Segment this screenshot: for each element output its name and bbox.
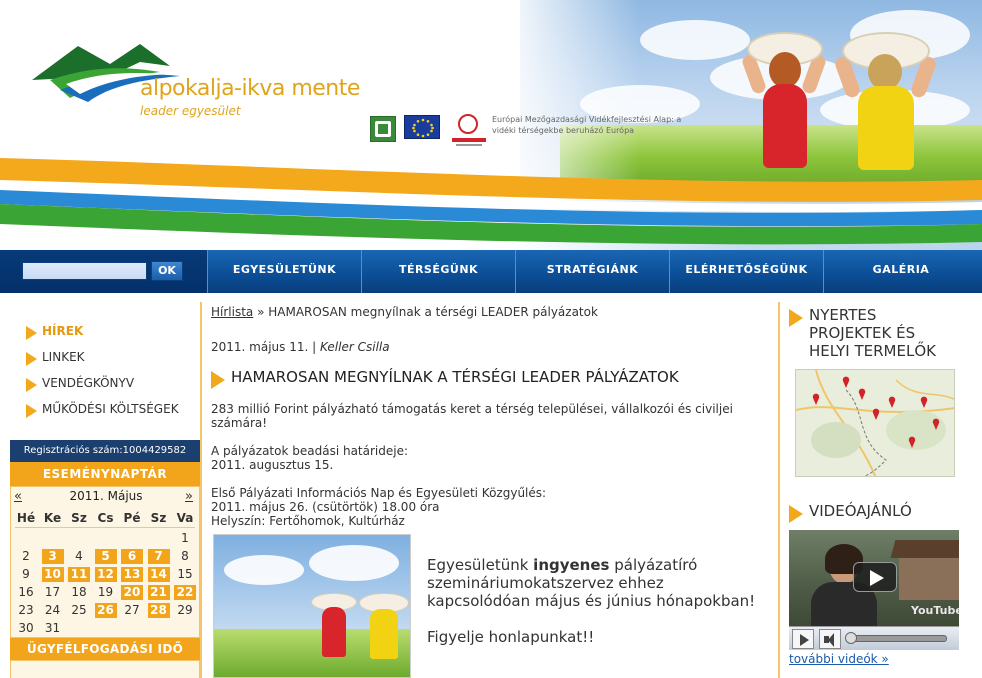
calendar-day: 1 [181,531,189,545]
calendar-day: 29 [177,603,193,617]
article-paragraph-1: 283 millió Forint pályázható támogatás k… [211,402,733,430]
arrow-right-icon [789,505,803,523]
article-paragraph-2: A pályázatok beadási határideje: 2011. a… [211,444,409,472]
logo-title: alpokalja-ikva mente [140,76,360,101]
calendar-day[interactable]: 10 [41,567,64,582]
calendar-month: 2011. Május [69,489,143,503]
calendar-day[interactable]: 6 [121,549,143,564]
video-player[interactable]: YouTube [789,530,959,650]
eu-fund-text: Európai Mezőgazdasági Vidékfejlesztési A… [492,115,682,135]
arrow-right-icon [211,371,225,389]
calendar-day: 23 [18,603,34,617]
breadcrumb-link-hirlista[interactable]: Hírlista [211,305,253,319]
search-input[interactable] [22,262,147,280]
office-hours-title: ÜGYFÉLFOGADÁSI IDŐ [10,638,200,660]
calendar-title: ESEMÉNYNAPTÁR [10,462,200,486]
nav-tersegunk[interactable]: TÉRSÉGÜNK [362,250,516,293]
calendar-day: 16 [18,585,34,599]
calendar-day[interactable]: 14 [147,567,170,582]
calendar-dow: Pé [123,511,141,525]
arrow-right-icon [26,378,37,392]
calendar-dow: Sz [71,511,87,525]
calendar-next-button[interactable]: » [185,489,193,504]
calendar-day: 18 [71,585,87,599]
header-girl-left [740,18,828,168]
calendar-day[interactable]: 12 [94,567,117,582]
logo-subtitle: leader egyesület [140,104,241,118]
article-author: Keller Csilla [319,340,390,354]
play-button-icon[interactable] [792,629,814,649]
calendar-day: 27 [124,603,140,617]
calendar-day[interactable]: 13 [121,567,143,582]
video-progress-bar[interactable] [845,632,947,644]
calendar-dow: Va [176,511,194,525]
calendar-dow: Cs [97,511,114,525]
event-calendar: 2011. Május « » Hé Ke Sz Cs Pé Sz Va 1 2 3 4 5 6 7 8 9 1… [10,486,200,638]
calendar-day: 24 [44,603,61,617]
more-videos-link[interactable]: további videók » [789,652,889,666]
right-divider [778,302,780,678]
calendar-day[interactable]: 20 [121,585,143,600]
search-ok-button[interactable]: OK [151,261,183,281]
promo-text: Egyesületünk ingyenes pályázatíró szemin… [427,556,756,646]
calendar-dow: Sz [150,511,167,525]
calendar-day[interactable]: 11 [68,567,90,582]
article-meta: 2011. május 11. | Keller Csilla [211,340,390,354]
right-sidebar: NYERTES PROJEKTEK ÉS HELYI TERMELŐK VIDE… [789,302,969,678]
arrow-right-icon [26,326,37,340]
arrow-right-icon [789,309,803,327]
calendar-dow: Ke [43,511,62,525]
calendar-day[interactable]: 26 [94,603,117,618]
calendar-day: 30 [18,621,34,635]
nav-strategiank[interactable]: STRATÉGIÁNK [516,250,670,293]
calendar-day[interactable]: 28 [147,603,170,618]
calendar-day: 8 [181,549,189,563]
leader-logo-icon [370,116,396,142]
calendar-day[interactable]: 7 [147,549,170,564]
youtube-logo: YouTube [911,604,959,617]
calendar-day: 17 [44,585,61,599]
calendar-dow: Hé [16,511,36,525]
nav-elerhetosegunk[interactable]: ELÉRHETŐSÉGÜNK [670,250,824,293]
office-hours-box [10,660,200,678]
breadcrumb-current: HAMAROSAN megnyílnak a térségi LEADER pá… [268,305,598,319]
main-content: Hírlista » HAMAROSAN megnyílnak a térség… [211,302,771,678]
search-box: OK [0,250,208,293]
calendar-day: 19 [97,585,114,599]
article-photo [213,534,411,678]
article-date: 2011. május 11. | [211,340,320,354]
article-paragraph-3: Első Pályázati Információs Nap és Egyesü… [211,486,547,528]
left-sidebar: HÍREK LINKEK VENDÉGKÖNYV MŰKÖDÉSI KÖLTSÉ… [10,302,200,678]
header-stripes [0,158,982,245]
eu-flag-icon [404,115,440,139]
play-icon[interactable] [853,562,897,592]
calendar-prev-button[interactable]: « [14,489,22,504]
calendar-day: 15 [177,567,193,581]
nav-egyesuletunk[interactable]: EGYESÜLETÜNK [208,250,362,293]
arrow-right-icon [26,404,37,418]
nav-galeria[interactable]: GALÉRIA [824,250,978,293]
calendar-day[interactable]: 3 [41,549,64,564]
calendar-day: 2 [22,549,30,563]
calendar-day: 9 [22,567,30,581]
main-nav: OK EGYESÜLETÜNK TÉRSÉGÜNK STRATÉGIÁNK EL… [0,250,982,293]
site-header: alpokalja-ikva mente leader egyesület Eu… [0,0,982,250]
video-controls [789,626,959,650]
uj-magyarorszag-logo-icon [450,114,486,150]
projects-map[interactable] [795,369,955,477]
calendar-day[interactable]: 21 [147,585,170,600]
breadcrumb: Hírlista » HAMAROSAN megnyílnak a térség… [211,305,598,319]
volume-icon[interactable] [819,629,841,649]
calendar-day[interactable]: 5 [94,549,117,564]
registration-number: Regisztrációs szám:1004429582 [10,440,200,462]
calendar-day: 31 [44,621,61,635]
header-girl-right [833,20,938,170]
calendar-day: 25 [71,603,87,617]
calendar-day[interactable]: 22 [174,585,196,600]
calendar-day: 4 [75,549,83,563]
site-logo[interactable]: alpokalja-ikva mente leader egyesület [30,36,360,126]
arrow-right-icon [26,352,37,366]
